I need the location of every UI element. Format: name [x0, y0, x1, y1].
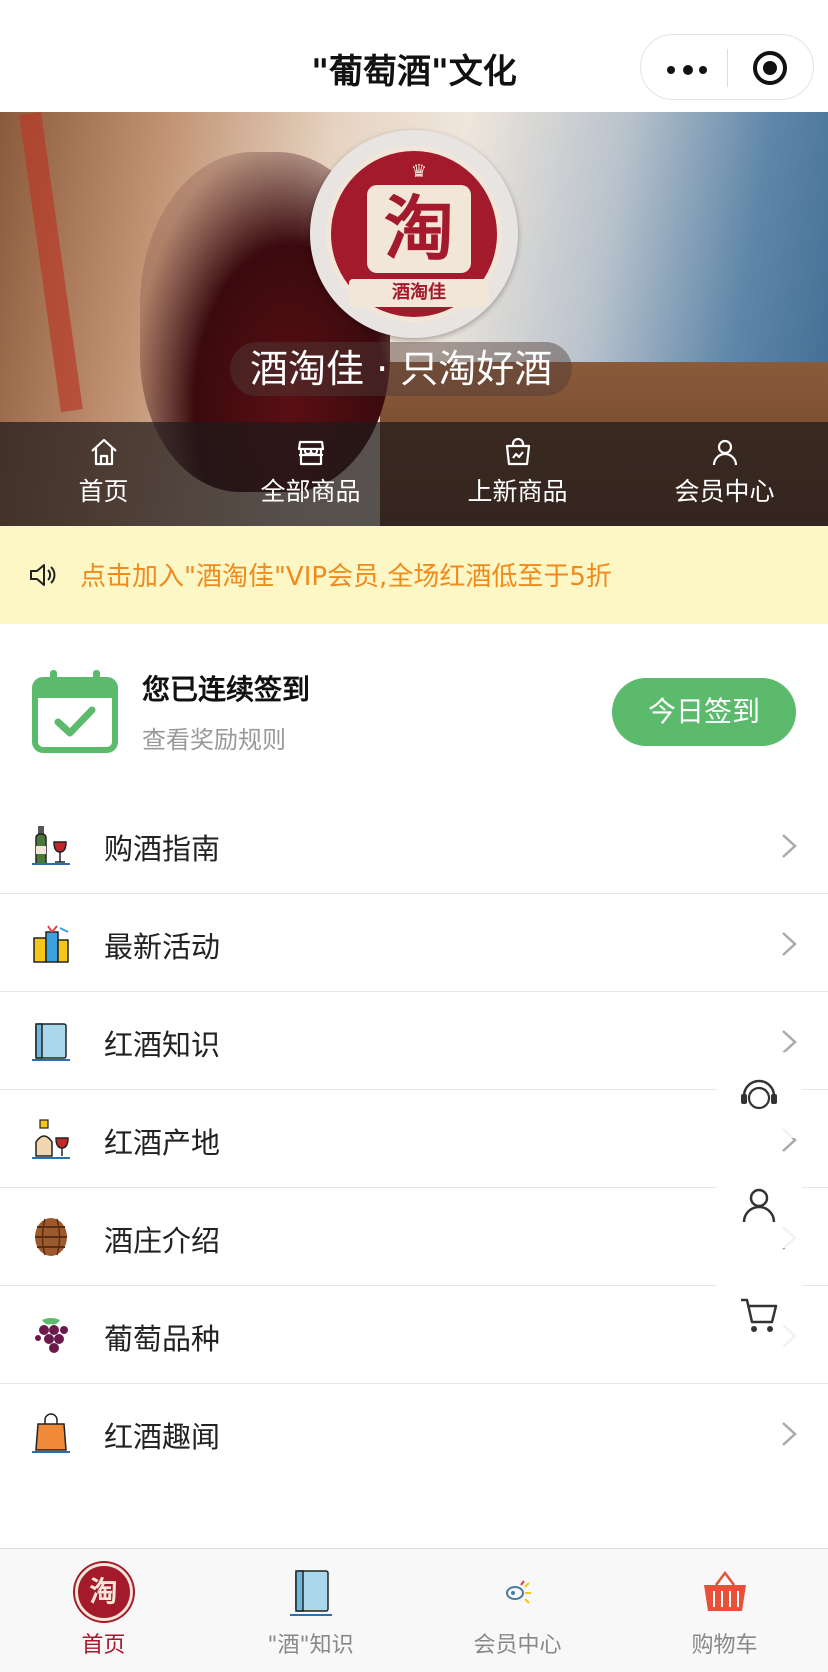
user-icon: [712, 439, 737, 466]
grapes-icon: [35, 1318, 68, 1353]
logo-ribbon: 酒淘佳: [349, 279, 489, 307]
more-icon[interactable]: [667, 65, 707, 75]
crown-icon: ♛: [410, 161, 428, 182]
cart-icon: [741, 1298, 778, 1332]
hero-nav-member-center[interactable]: 会员中心: [621, 422, 828, 526]
hero-nav-label: 全部商品: [260, 477, 361, 506]
tab-knowledge[interactable]: "酒"知识: [207, 1549, 414, 1672]
basket-icon: [703, 1570, 746, 1611]
menu-item-wine-knowledge[interactable]: 红酒知识: [0, 992, 828, 1090]
home-icon: [90, 438, 117, 466]
calendar-check-icon: [32, 670, 118, 753]
title-bar: "葡萄酒"文化: [0, 0, 828, 112]
vip-notice-bar[interactable]: 点击加入"酒淘佳"VIP会员,全场红酒低至于5折: [0, 526, 828, 624]
hero-nav-new-products[interactable]: 上新商品: [414, 422, 621, 526]
customer-service-button[interactable]: [716, 1052, 802, 1138]
close-target-icon[interactable]: [753, 51, 787, 85]
logo-character: 淘: [367, 185, 471, 273]
store-icon: [297, 440, 324, 466]
barrel-icon: [35, 1218, 67, 1256]
chevron-right-icon: [782, 1422, 797, 1446]
profile-button[interactable]: [716, 1162, 802, 1248]
menu-item-grape-varieties[interactable]: 葡萄品种: [0, 1286, 828, 1384]
bottle-origin-icon: [32, 1119, 70, 1159]
menu-list: 购酒指南 最新活动 红酒知识 红酒产地 酒庄介绍 葡萄品种 红酒趣闻: [0, 796, 828, 1482]
tab-label: "酒"知识: [267, 1633, 354, 1658]
sign-in-heading: 您已连续签到: [142, 673, 311, 706]
menu-item-label: 酒庄介绍: [104, 1224, 221, 1258]
hero-nav-home[interactable]: 首页: [0, 422, 207, 526]
hero-slogan: 酒淘佳 · 只淘好酒: [230, 342, 573, 396]
tab-label: 会员中心: [473, 1633, 562, 1658]
daily-sign-in-button[interactable]: 今日签到: [612, 678, 796, 746]
new-bag-icon: [505, 437, 530, 466]
hero-banner: ♛ 淘 酒淘佳 酒淘佳 · 只淘好酒 首页 全部商品 上新商品 会员中心: [0, 112, 828, 526]
member-icon: [505, 1580, 531, 1604]
gift-icon: [33, 925, 69, 963]
tab-shopping-cart[interactable]: 购物车: [621, 1549, 828, 1672]
hero-nav-label: 上新商品: [467, 477, 568, 506]
user-icon: [742, 1188, 776, 1223]
tab-member-center[interactable]: 会员中心: [414, 1549, 621, 1672]
bottom-tab-bar: 淘 首页 "酒"知识 会员中心 购物车: [0, 1548, 828, 1672]
menu-item-label: 红酒产地: [104, 1126, 221, 1160]
tab-label: 首页: [81, 1633, 126, 1658]
menu-item-label: 最新活动: [104, 930, 221, 964]
cart-button[interactable]: [716, 1272, 802, 1358]
menu-item-label: 购酒指南: [104, 832, 221, 866]
menu-item-latest-events[interactable]: 最新活动: [0, 894, 828, 992]
shopping-bag-icon: [32, 1413, 70, 1453]
hero-nav-all-products[interactable]: 全部商品: [207, 422, 414, 526]
headset-icon: [741, 1079, 777, 1110]
menu-item-wine-trivia[interactable]: 红酒趣闻: [0, 1384, 828, 1482]
mini-program-capsule: [640, 34, 814, 100]
background-decor: [19, 112, 83, 413]
book-icon: [289, 1570, 332, 1616]
capsule-divider: [727, 49, 728, 87]
menu-item-wine-origin[interactable]: 红酒产地: [0, 1090, 828, 1188]
sign-in-card: 您已连续签到 查看奖励规则 今日签到: [0, 624, 828, 784]
menu-item-label: 红酒知识: [104, 1028, 221, 1062]
chevron-right-icon: [782, 932, 797, 956]
hero-nav: 首页 全部商品 上新商品 会员中心: [0, 422, 828, 526]
hero-nav-label: 首页: [78, 477, 129, 506]
reward-rules-link[interactable]: 查看奖励规则: [142, 720, 286, 755]
menu-item-label: 葡萄品种: [104, 1322, 221, 1356]
home-logo-icon: 淘: [74, 1563, 133, 1621]
notice-text: 点击加入"酒淘佳"VIP会员,全场红酒低至于5折: [80, 562, 612, 592]
menu-item-label: 红酒趣闻: [104, 1420, 221, 1454]
tab-label: 购物车: [691, 1633, 758, 1658]
speaker-icon: [30, 564, 56, 586]
menu-item-buying-guide[interactable]: 购酒指南: [0, 796, 828, 894]
tab-home[interactable]: 淘 首页: [0, 1549, 207, 1672]
brand-logo: ♛ 淘 酒淘佳: [310, 130, 518, 338]
chevron-right-icon: [782, 834, 797, 858]
book-icon: [32, 1023, 70, 1061]
wine-bottle-glass-icon: [32, 826, 70, 865]
hero-nav-label: 会员中心: [674, 477, 775, 506]
menu-item-winery-intro[interactable]: 酒庄介绍: [0, 1188, 828, 1286]
